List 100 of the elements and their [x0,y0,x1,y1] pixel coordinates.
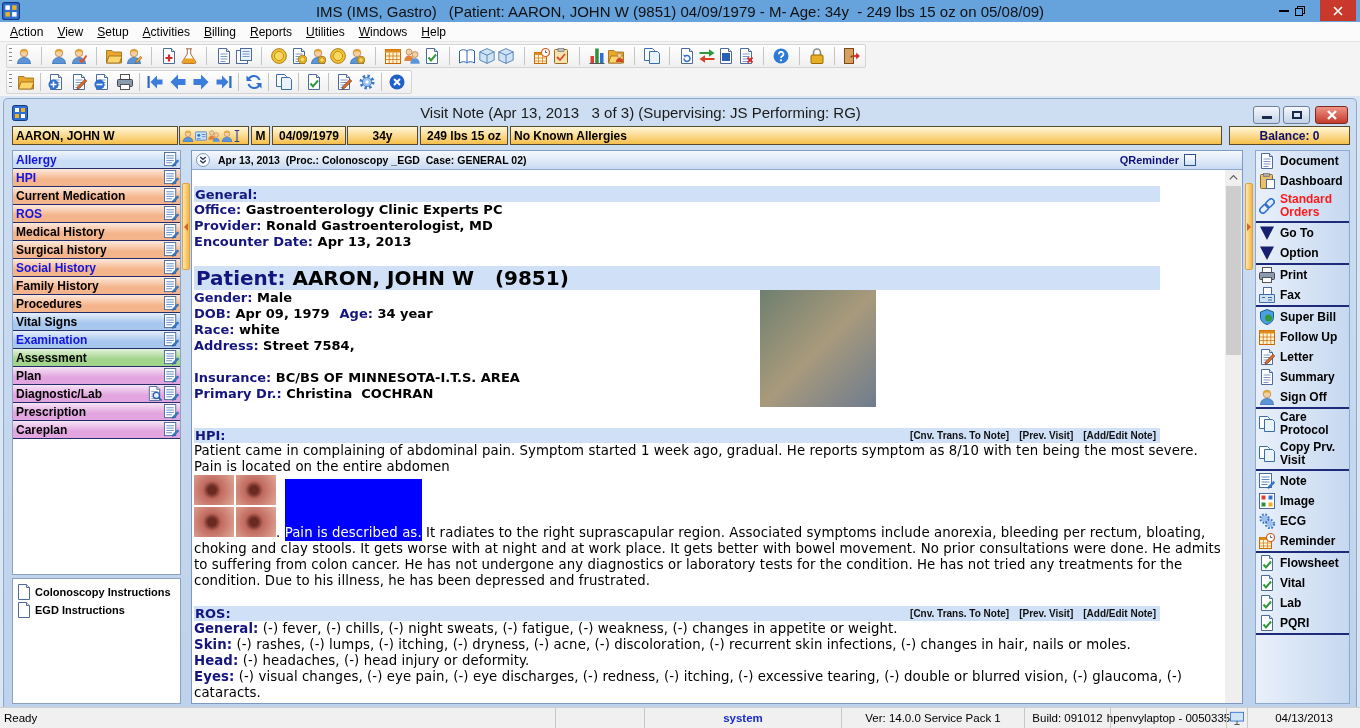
note-icon[interactable] [164,152,179,167]
checkbox[interactable] [1184,154,1196,166]
swap-arrows-icon[interactable] [698,48,715,64]
action-button[interactable]: Summary [1256,367,1349,387]
action-button[interactable]: Reminder [1256,531,1349,551]
note-icon[interactable] [164,332,179,347]
box-icon[interactable] [478,48,495,64]
folder-icon[interactable] [106,48,123,64]
section-button[interactable]: Assessment [13,349,180,367]
menu-item[interactable]: Help [414,24,454,39]
section-button[interactable]: Vital Signs [13,313,180,331]
link[interactable]: [Add/Edit Note] [1083,430,1156,441]
person-icon[interactable] [182,129,194,142]
link[interactable]: [Add/Edit Note] [1083,608,1156,619]
box-icon[interactable] [498,48,515,64]
splitter-handle[interactable] [182,183,190,270]
app-logo-icon[interactable] [12,104,28,121]
action-button[interactable]: Vital [1256,573,1349,593]
document-check-icon[interactable] [423,48,440,64]
note-icon[interactable] [164,260,179,275]
section-button[interactable]: Diagnostic/Lab [13,385,180,403]
bar-chart-icon[interactable] [588,48,605,64]
link[interactable]: [Prev. Visit] [1019,608,1074,619]
section-button[interactable]: Social History [13,259,180,277]
action-button[interactable]: Go To [1256,223,1349,243]
note-icon[interactable] [164,404,179,419]
action-button[interactable]: Follow Up [1256,327,1349,347]
section-button[interactable]: Procedures [13,295,180,313]
add-document-icon[interactable] [47,74,64,90]
minimize-button[interactable] [1253,106,1280,124]
pages-icon[interactable] [643,48,660,64]
document-pencil-icon[interactable] [70,74,87,90]
action-button[interactable]: Document [1256,151,1349,171]
coin-icon[interactable] [329,48,346,64]
first-arrow-icon[interactable] [146,74,163,90]
action-button[interactable]: Fax [1256,285,1349,305]
menu-item[interactable]: Utilities [299,24,352,39]
menu-item[interactable]: Activities [135,24,197,39]
people-icon[interactable] [208,129,220,142]
document-item[interactable]: EGD Instructions [18,601,125,619]
action-button[interactable]: Lab [1256,593,1349,613]
action-button[interactable]: Image [1256,491,1349,511]
document-icon[interactable] [718,48,735,64]
note-icon[interactable] [164,386,179,401]
action-button[interactable]: Copy Prv. Visit [1256,439,1349,469]
book-icon[interactable] [459,48,476,64]
refresh-icon[interactable] [245,74,262,90]
checkbox-label[interactable]: QReminder [1119,154,1179,166]
text-cursor-icon[interactable] [234,129,240,142]
note-icon[interactable] [164,314,179,329]
action-button[interactable]: Note [1256,471,1349,491]
document-icon[interactable] [216,48,233,64]
calendar-icon[interactable] [384,48,401,64]
right-arrow-icon[interactable] [192,74,209,90]
section-button[interactable]: Current Medication [13,187,180,205]
document-search-icon[interactable] [147,386,162,401]
action-button[interactable]: Letter [1256,347,1349,367]
link[interactable]: [Cnv. Trans. To Note] [910,430,1010,441]
action-button[interactable]: Super Bill [1256,307,1349,327]
splitter-handle[interactable] [1245,183,1253,270]
last-arrow-icon[interactable] [215,74,232,90]
note-icon[interactable] [164,368,179,383]
note-icon[interactable] [164,296,179,311]
note-icon[interactable] [164,206,179,221]
note-icon[interactable] [164,278,179,293]
person-icon[interactable] [51,48,68,64]
document-check-icon[interactable] [305,74,322,90]
note-icon[interactable] [164,422,179,437]
expand-icon[interactable] [196,153,210,167]
person-icon[interactable] [15,48,32,64]
link[interactable]: [Cnv. Trans. To Note] [910,608,1010,619]
folder-person-icon[interactable] [608,48,625,64]
refresh-document-icon[interactable] [679,48,696,64]
coin-document-icon[interactable] [290,48,307,64]
close-icon[interactable] [388,74,405,90]
printer-icon[interactable] [116,74,133,90]
note-icon[interactable] [164,188,179,203]
action-button[interactable]: Print [1256,265,1349,285]
menu-item[interactable]: Action [3,24,51,39]
section-button[interactable]: Medical History [13,223,180,241]
gear-icon[interactable] [358,74,375,90]
action-button[interactable]: Sign Off [1256,387,1349,407]
restore-button[interactable] [1283,106,1310,124]
section-button[interactable]: Prescription [13,403,180,421]
section-button[interactable]: Careplan [13,421,180,439]
section-button[interactable]: Surgical history [13,241,180,259]
remove-document-icon[interactable] [93,74,110,90]
section-button[interactable]: HPI [13,169,180,187]
person-coin-icon[interactable] [310,48,327,64]
menu-item[interactable]: Windows [351,24,415,39]
section-button[interactable]: Plan [13,367,180,385]
section-button[interactable]: Family History [13,277,180,295]
coin-icon[interactable] [271,48,288,64]
close-button[interactable] [1320,0,1356,21]
pages-icon[interactable] [275,74,292,90]
menu-item[interactable]: Setup [90,24,136,39]
help-icon[interactable] [773,48,790,64]
left-arrow-icon[interactable] [169,74,186,90]
calendar-clock-icon[interactable] [533,48,550,64]
person-pencil-icon[interactable] [125,48,142,64]
